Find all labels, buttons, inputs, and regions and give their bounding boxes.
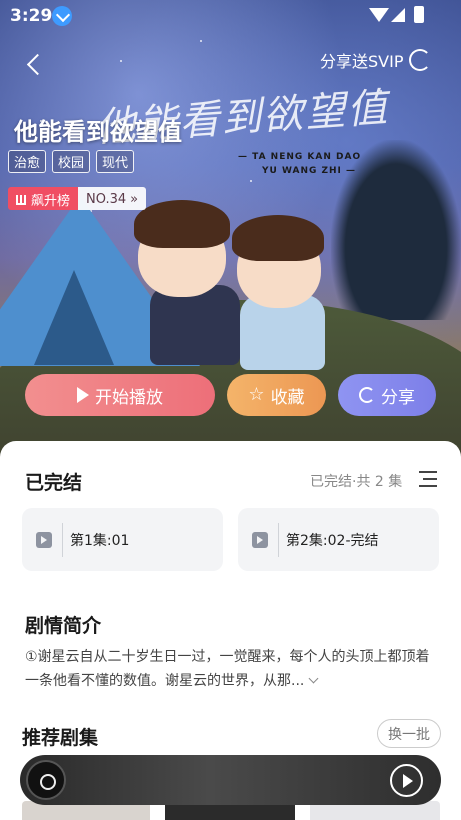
episode-label: 第1集:01 [70, 532, 130, 549]
share-svip-label: 分享送SVIP [320, 52, 404, 71]
share-svip-button[interactable]: 分享送SVIP [320, 48, 432, 72]
share-icon [359, 387, 375, 403]
video-icon [252, 531, 268, 548]
star [250, 180, 252, 182]
double-chevron-right-icon: » [130, 192, 139, 207]
rank-number-box: NO.34 » [78, 187, 147, 210]
signal-icon [391, 8, 405, 22]
refresh-icon [409, 49, 432, 71]
share-button[interactable]: 分享 [338, 374, 436, 416]
wifi-icon [369, 8, 389, 22]
tag[interactable]: 校园 [52, 150, 91, 173]
download-icon [52, 6, 72, 26]
tag[interactable]: 现代 [96, 150, 135, 173]
swap-batch-label: 换一批 [388, 726, 430, 743]
recommend-title: 推荐剧集 [22, 727, 99, 749]
mini-player[interactable] [20, 755, 441, 805]
tag-list: 治愈 校园 现代 [8, 150, 135, 173]
rank-name-box: 飙升榜 [8, 187, 79, 210]
video-icon [36, 531, 52, 548]
swap-batch-button[interactable]: 换一批 [377, 719, 441, 748]
chevron-down-icon[interactable] [308, 673, 319, 684]
episode-list-icon[interactable] [419, 471, 437, 487]
character-left-body [150, 285, 240, 365]
page-title: 他能看到欲望值 [14, 118, 182, 146]
character-right-hair [232, 215, 324, 261]
rank-number: NO.34 [86, 192, 127, 207]
play-button[interactable]: 开始播放 [25, 374, 215, 416]
favorite-label: 收藏 [270, 387, 305, 408]
music-disc-icon[interactable] [26, 760, 66, 800]
handwritten-subtitle: — TA NENG KAN DAO YU WANG ZHI — [238, 150, 361, 178]
tent-door [34, 270, 114, 365]
episodes-title: 已完结 [25, 472, 83, 494]
handwritten-subtitle-line: — TA NENG KAN DAO [238, 152, 362, 162]
synopsis-title: 剧情简介 [25, 615, 102, 637]
star-icon: ☆ [248, 384, 265, 405]
handwritten-subtitle-line: YU WANG ZHI — [262, 166, 357, 176]
divider [278, 522, 279, 557]
battery-icon [414, 6, 424, 23]
status-bar: 3:29 [0, 0, 461, 32]
star [120, 60, 122, 62]
chart-bars-icon [16, 194, 26, 205]
play-label: 开始播放 [95, 387, 163, 408]
episode-label: 第2集:02-完结 [286, 532, 379, 549]
share-label: 分享 [381, 387, 415, 408]
synopsis-text: ①谢星云自从二十岁生日一过，一觉醒来，每个人的头顶上都顶着一条他看不懂的数值。谢… [25, 649, 430, 689]
back-button[interactable] [22, 50, 50, 78]
star [200, 40, 202, 42]
divider [62, 522, 63, 557]
play-circle-icon[interactable] [390, 764, 423, 797]
status-time: 3:29 [10, 6, 53, 26]
rank-name: 飙升榜 [31, 194, 71, 209]
episode-card[interactable]: 第2集:02-完结 [238, 508, 439, 571]
episodes-summary: 已完结·共 2 集 [310, 474, 403, 490]
play-icon [77, 387, 89, 403]
rank-badge[interactable]: 飙升榜 NO.34 » [8, 187, 147, 210]
tag[interactable]: 治愈 [8, 150, 47, 173]
character-left-hair [134, 200, 230, 248]
synopsis-text-block[interactable]: ①谢星云自从二十岁生日一过，一觉醒来，每个人的头顶上都顶着一条他看不懂的数值。谢… [25, 645, 435, 693]
episode-card[interactable]: 第1集:01 [22, 508, 223, 571]
favorite-button[interactable]: ☆ 收藏 [227, 374, 326, 416]
